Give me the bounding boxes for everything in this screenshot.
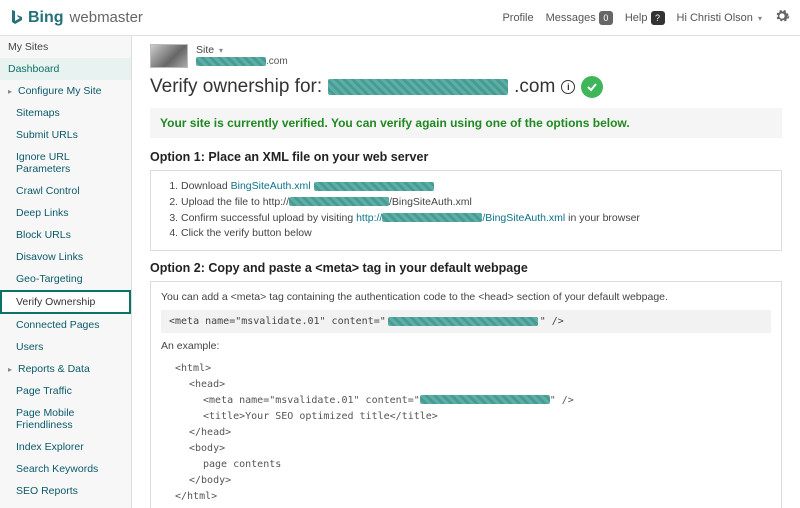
sidebar-item-ignore-params[interactable]: Ignore URL Parameters [0, 146, 131, 180]
bing-logo: Bing [10, 9, 64, 27]
sidebar-item-mobile-friendly[interactable]: Page Mobile Friendliness [0, 402, 131, 436]
sidebar-dashboard[interactable]: Dashboard [0, 58, 131, 80]
bingsiteauth-link[interactable]: BingSiteAuth.xml [231, 180, 311, 192]
user-greeting[interactable]: Hi Christi Olson ▾ [677, 12, 762, 24]
profile-link[interactable]: Profile [502, 12, 533, 24]
site-domain: .com [196, 56, 288, 67]
site-label: Site [196, 44, 214, 56]
chevron-right-icon: ▸ [8, 87, 16, 96]
sidebar-my-sites[interactable]: My Sites [0, 36, 131, 58]
gear-icon [774, 8, 790, 24]
main-content: Site ▾ .com Verify ownership for: .com i… [132, 36, 800, 508]
sidebar-item-block-urls[interactable]: Block URLs [0, 224, 131, 246]
site-thumbnail [150, 44, 188, 68]
opt2-example-label: An example: [161, 339, 771, 355]
page-title: Verify ownership for: .com i [150, 76, 782, 98]
sidebar-configure[interactable]: ▸Configure My Site [0, 80, 131, 102]
help-badge: ? [651, 11, 665, 25]
redacted-domain [328, 79, 508, 95]
opt2-intro: You can add a <meta> tag containing the … [161, 290, 771, 306]
sidebar-item-disavow[interactable]: Disavow Links [0, 246, 131, 268]
opt1-step1: Download BingSiteAuth.xml [181, 179, 771, 195]
brand-text: Bing [28, 9, 64, 27]
info-icon[interactable]: i [561, 80, 575, 94]
sidebar-item-verify-ownership[interactable]: Verify Ownership [0, 290, 131, 314]
sidebar-item-connected-pages[interactable]: Connected Pages [0, 314, 131, 336]
top-bar: Bing webmaster Profile Messages 0 Help ?… [0, 0, 800, 36]
settings-button[interactable] [774, 8, 790, 27]
bing-logo-icon [10, 9, 24, 27]
brand[interactable]: Bing webmaster [10, 9, 143, 27]
option2-box: You can add a <meta> tag containing the … [150, 281, 782, 508]
sidebar-item-submit-urls[interactable]: Submit URLs [0, 124, 131, 146]
site-selector[interactable]: Site ▾ [196, 44, 288, 56]
messages-label: Messages [546, 12, 596, 24]
opt1-step2: Upload the file to http:///BingSiteAuth.… [181, 195, 771, 211]
sidebar-item-sitemaps[interactable]: Sitemaps [0, 102, 131, 124]
greeting-text: Hi Christi Olson [677, 12, 753, 24]
sidebar-item-index-explorer[interactable]: Index Explorer [0, 436, 131, 458]
option1-title: Option 1: Place an XML file on your web … [150, 150, 782, 164]
chevron-down-icon: ▾ [219, 46, 223, 55]
sidebar-reports[interactable]: ▸Reports & Data [0, 358, 131, 380]
sidebar-item-inbound-links[interactable]: Inbound Links [0, 502, 131, 508]
sidebar-item-search-keywords[interactable]: Search Keywords [0, 458, 131, 480]
sidebar-item-crawl-control[interactable]: Crawl Control [0, 180, 131, 202]
help-link[interactable]: Help ? [625, 11, 665, 25]
verified-check-icon [581, 76, 603, 98]
site-header: Site ▾ .com [150, 44, 782, 68]
chevron-down-icon: ▾ [758, 14, 762, 23]
option2-title: Option 2: Copy and paste a <meta> tag in… [150, 261, 782, 275]
sidebar-reports-label: Reports & Data [18, 363, 90, 375]
sidebar-configure-label: Configure My Site [18, 85, 101, 97]
status-banner: Your site is currently verified. You can… [150, 108, 782, 138]
opt1-step3: Confirm successful upload by visiting ht… [181, 211, 771, 227]
sidebar: My Sites Dashboard ▸Configure My Site Si… [0, 36, 132, 508]
sidebar-item-users[interactable]: Users [0, 336, 131, 358]
help-label: Help [625, 12, 648, 24]
sidebar-item-geo[interactable]: Geo-Targeting [0, 268, 131, 290]
option1-box: Download BingSiteAuth.xml Upload the fil… [150, 170, 782, 251]
sidebar-item-page-traffic[interactable]: Page Traffic [0, 380, 131, 402]
sidebar-item-seo-reports[interactable]: SEO Reports [0, 480, 131, 502]
messages-link[interactable]: Messages 0 [546, 11, 613, 25]
verify-url-link[interactable]: http:///BingSiteAuth.xml [356, 212, 565, 224]
chevron-right-icon: ▸ [8, 365, 16, 374]
opt2-example-code: <html> <head> <meta name="msvalidate.01"… [161, 355, 771, 508]
brand-subtitle: webmaster [70, 9, 143, 26]
opt2-meta-code[interactable]: <meta name="msvalidate.01" content="" /> [161, 310, 771, 333]
messages-badge: 0 [599, 11, 613, 25]
top-links: Profile Messages 0 Help ? Hi Christi Ols… [502, 8, 790, 27]
sidebar-item-deep-links[interactable]: Deep Links [0, 202, 131, 224]
opt1-step4: Click the verify button below [181, 226, 771, 242]
